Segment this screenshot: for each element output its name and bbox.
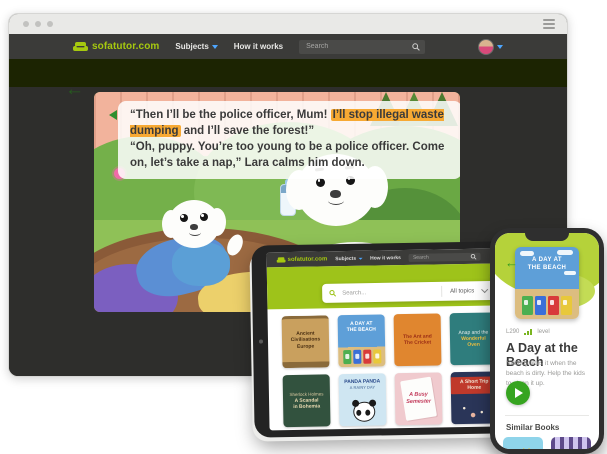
cloud-art	[557, 250, 573, 255]
dialogue-text: “Oh, puppy. You’re too young to be a pol…	[130, 141, 444, 169]
night-art	[457, 404, 492, 419]
search-icon	[329, 290, 336, 297]
dialogue-box: “Then I’ll be the police officer, Mum! I…	[118, 101, 460, 179]
book-cover-ancient-civilisations[interactable]: Ancient Civilisations Europe	[282, 315, 330, 368]
back-arrow-icon[interactable]: ←	[65, 80, 84, 99]
all-topics-dropdown[interactable]: All topics	[441, 285, 487, 297]
browser-titlebar	[9, 14, 567, 34]
couch-icon	[73, 42, 88, 52]
book-grid: Ancient Civilisations Europe A DAY AT TH…	[282, 312, 499, 427]
header-band	[9, 59, 567, 87]
page: sofatutor.com Subjects How it works	[0, 0, 607, 452]
search-icon	[471, 253, 477, 259]
window-close-button[interactable]	[23, 21, 29, 27]
sofatutor-logo[interactable]: sofatutor.com	[73, 41, 159, 52]
recycling-bins-art	[338, 349, 385, 364]
book-cover-day-at-the-beach[interactable]: A DAY AT THE BEACH	[515, 247, 579, 319]
chevron-down-icon	[497, 45, 503, 49]
nav-how-it-works[interactable]: How it works	[234, 42, 283, 51]
recycling-bins-art	[515, 296, 579, 315]
level-code: L290	[506, 329, 519, 335]
navbar-search[interactable]: Search	[409, 252, 481, 261]
level-row: L290 level	[506, 329, 550, 335]
site-navbar: sofatutor.com Subjects How it works	[9, 34, 567, 59]
nav-subjects[interactable]: Subjects	[335, 255, 362, 261]
audio-play-marker-icon[interactable]	[109, 110, 117, 120]
chevron-down-icon	[212, 45, 218, 49]
back-arrow-icon[interactable]: ←	[505, 255, 518, 270]
window-controls[interactable]	[23, 21, 53, 27]
window-maximize-button[interactable]	[47, 21, 53, 27]
dialogue-text: “Then I’ll be the police officer, Mum!	[130, 109, 331, 121]
levels-icon	[524, 329, 532, 335]
level-label: level	[537, 329, 549, 335]
book-cover-busy-semester[interactable]: A Busy Semester	[395, 372, 443, 425]
book-cover-panda-panda[interactable]: PANDA PANDA A RAINY DAY	[339, 373, 387, 426]
chevron-down-icon	[481, 286, 488, 293]
similar-book-cover[interactable]	[551, 437, 591, 449]
logo-text: sofatutor.com	[92, 41, 159, 52]
divider	[505, 415, 589, 416]
similar-books-row: Bob's	[503, 437, 591, 449]
tablet-camera	[259, 339, 263, 343]
search-icon	[412, 43, 420, 51]
play-button[interactable]	[506, 381, 530, 405]
puppy-shirt	[172, 242, 230, 286]
library-search-input[interactable]	[340, 287, 441, 297]
avatar	[478, 39, 494, 55]
nav-subjects[interactable]: Subjects	[175, 42, 217, 51]
library-search-bar[interactable]: All topics	[322, 281, 494, 303]
couch-icon	[277, 257, 286, 263]
book-cover-day-at-the-beach[interactable]: A DAY AT THE BEACH	[338, 314, 386, 367]
play-icon	[515, 388, 523, 398]
chevron-down-icon	[358, 257, 362, 259]
nav-how-it-works[interactable]: How it works	[370, 255, 401, 262]
phone-screen: ← A DAY AT THE BEACH L290 level A Day at…	[495, 233, 599, 449]
user-menu[interactable]	[478, 39, 503, 55]
navbar-search[interactable]	[299, 40, 425, 54]
book-cover-ant-and-cricket[interactable]: The Ant and The Cricket	[394, 313, 442, 366]
phone-notch	[525, 233, 569, 241]
similar-books-heading: Similar Books	[506, 423, 559, 432]
similar-book-bobs[interactable]: Bob's	[503, 437, 543, 449]
window-minimize-button[interactable]	[35, 21, 41, 27]
search-input[interactable]	[304, 42, 412, 51]
phone-mockup: ← A DAY AT THE BEACH L290 level A Day at…	[490, 228, 604, 454]
book-cover-scandal-in-bohemia[interactable]: Sherlock Holmes A Scandal in Bohemia	[283, 374, 331, 427]
menu-icon[interactable]	[543, 19, 555, 29]
sofatutor-logo[interactable]: sofatutor.com	[277, 256, 328, 263]
